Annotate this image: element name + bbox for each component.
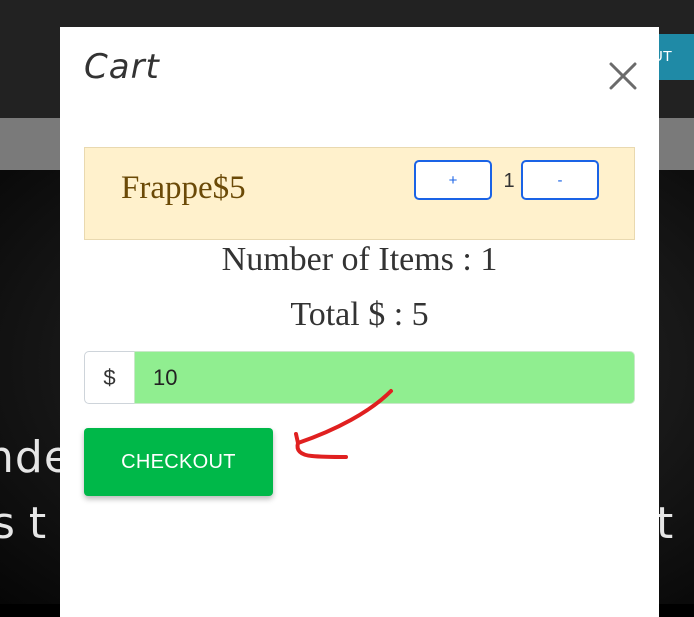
cart-item-name-price: Frappe$5 [121, 170, 246, 206]
checkout-button[interactable]: CHECKOUT [84, 428, 273, 496]
close-icon[interactable] [608, 61, 638, 91]
item-count: Number of Items : 1 [221, 241, 498, 278]
payment-input-group: $ [84, 351, 635, 404]
currency-prefix: $ [84, 351, 135, 404]
cart-total: Total $ : 5 [290, 296, 429, 333]
modal-title: Cart [84, 47, 160, 87]
cart-item-quantity: 1 [503, 170, 515, 192]
increase-quantity-button[interactable]: + [414, 160, 492, 200]
decrease-quantity-button[interactable]: - [521, 160, 599, 200]
payment-amount-input[interactable] [134, 351, 635, 404]
cart-item: Frappe$5 + 1 - [84, 147, 635, 240]
cart-modal: Cart Frappe$5 + 1 - Number of Items : 1 … [60, 27, 659, 617]
background-hero-text: s t [0, 498, 47, 549]
